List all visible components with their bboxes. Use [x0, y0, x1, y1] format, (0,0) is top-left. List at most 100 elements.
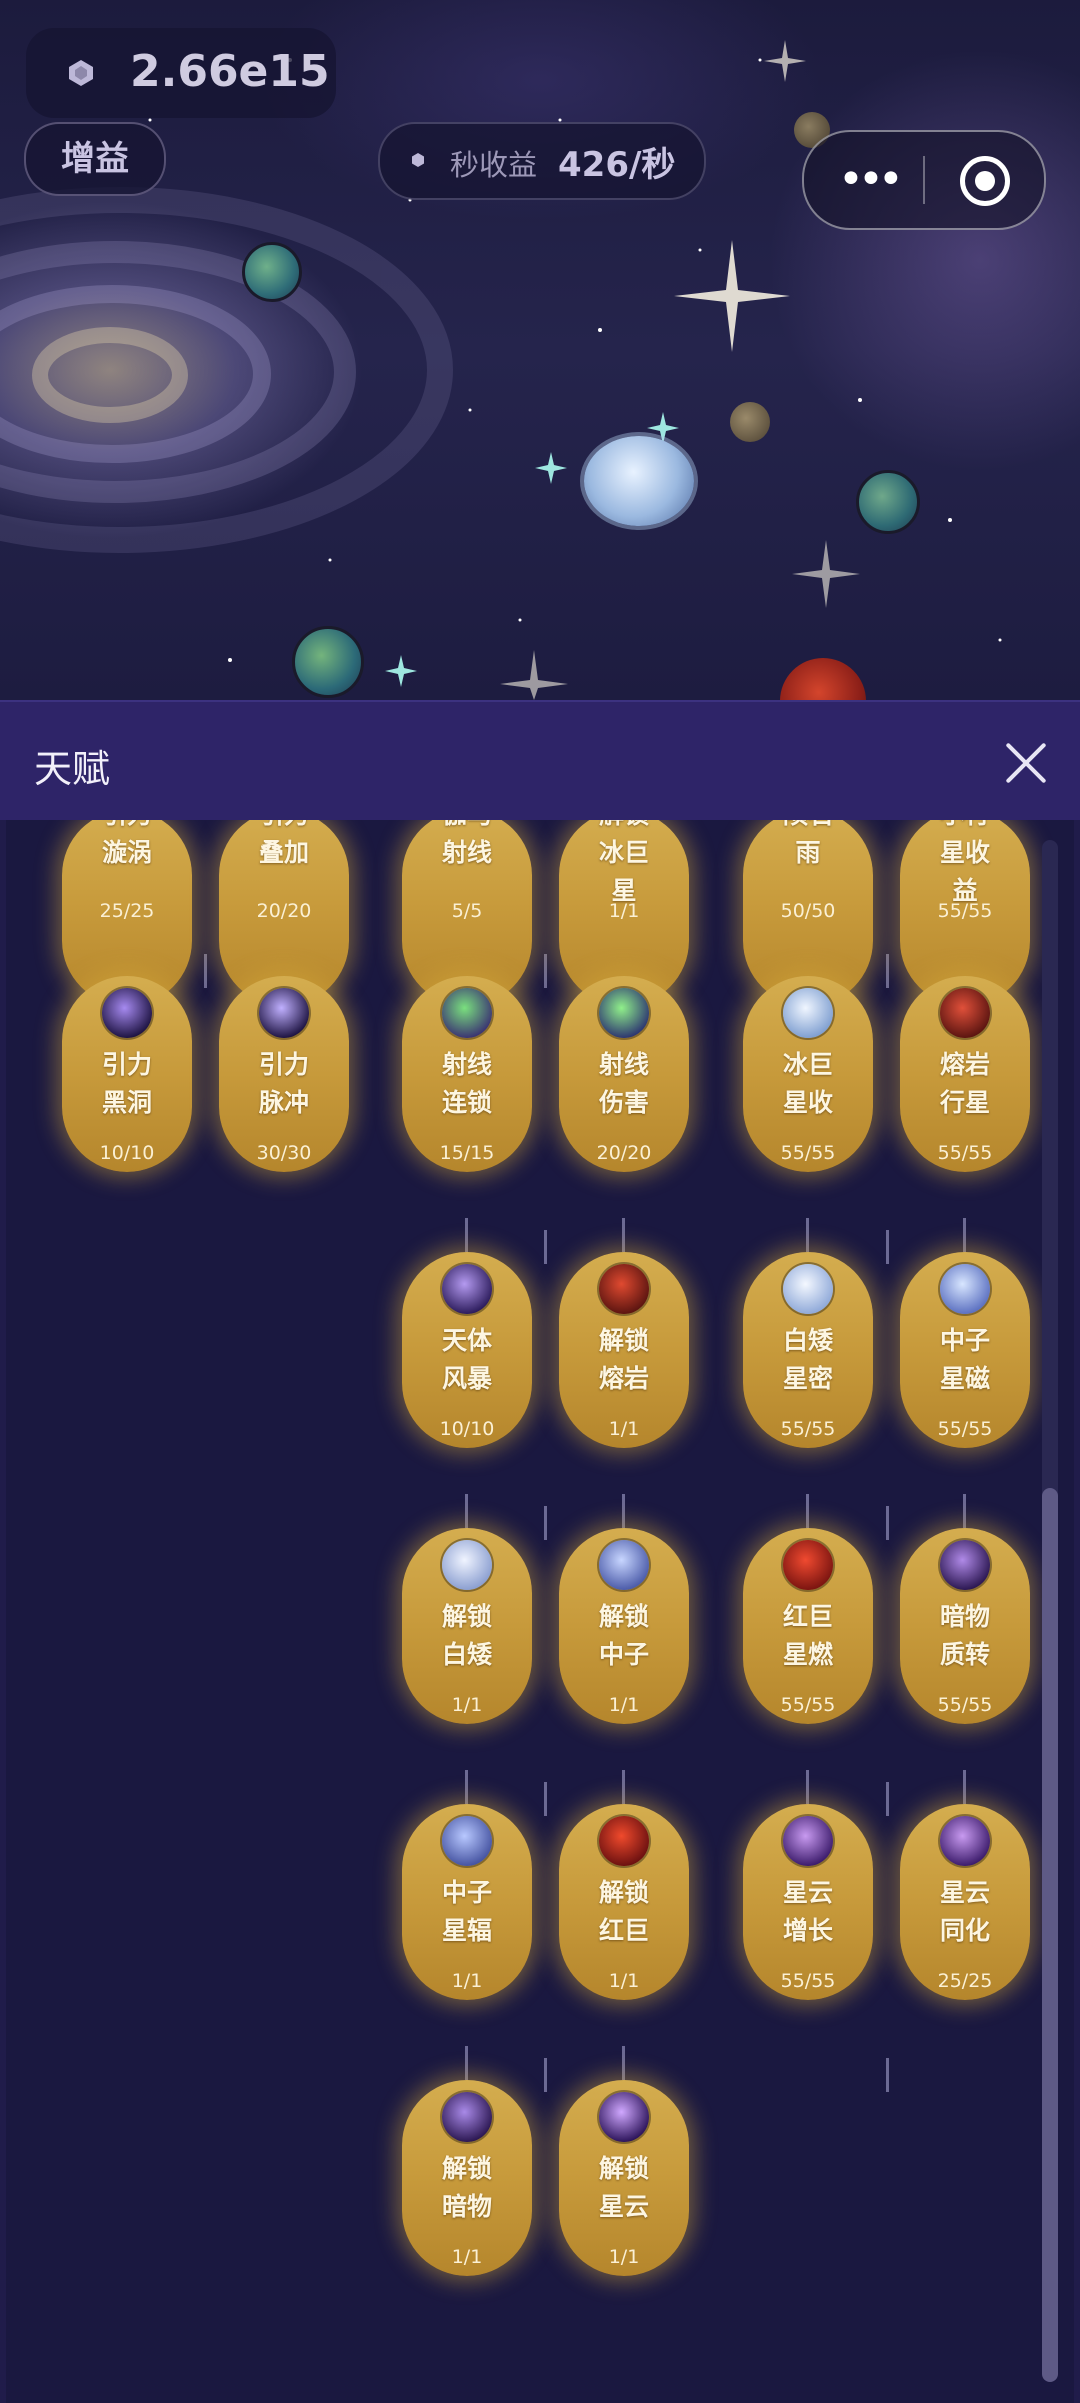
- planet-ice-giant[interactable]: [584, 436, 694, 526]
- talent-name: 天体 风暴: [441, 1326, 492, 1393]
- tree-connector-line: [622, 1770, 625, 1804]
- talent-level: 1/1: [608, 1694, 640, 1716]
- tree-connector-line: [963, 1770, 966, 1804]
- dark-matter-convert-icon: [940, 1540, 990, 1590]
- talent-node[interactable]: 中子星辐射 1/1: [402, 1804, 532, 2000]
- talent-node[interactable]: 解锁暗物质 1/1: [402, 2080, 532, 2276]
- nebula-growth-icon: [783, 1816, 833, 1866]
- panel-header: 天赋: [0, 700, 1080, 822]
- talent-node[interactable]: 天体 风暴 10/10: [402, 1252, 532, 1448]
- talent-level: 25/25: [937, 1970, 993, 1992]
- gravity-pulse-icon: [259, 988, 309, 1038]
- space-scene[interactable]: 2.66e15 增益 秒收益 426/秒 •••: [0, 0, 1080, 700]
- tree-connector-line: [465, 1770, 468, 1804]
- lava-planet-income-icon: [940, 988, 990, 1038]
- talent-level: 55/55: [780, 1418, 836, 1440]
- talent-name: 暗物质转化: [939, 1602, 990, 1669]
- nebula-assimilate-icon: [940, 1816, 990, 1866]
- neutron-magnetic-icon: [940, 1264, 990, 1314]
- talent-node[interactable]: 射线 连锁 15/15: [402, 976, 532, 1172]
- talent-level: 1/1: [451, 1694, 483, 1716]
- planet-green-2[interactable]: [292, 626, 364, 698]
- talent-node[interactable]: 红巨星燃烧 55/55: [743, 1528, 873, 1724]
- talent-node[interactable]: 射线 伤害 20/20: [559, 976, 689, 1172]
- talent-node[interactable]: 解锁红巨星 1/1: [559, 1804, 689, 2000]
- talent-name: 射线 伤害: [598, 1050, 649, 1117]
- dark-matter-icon: [442, 2092, 492, 2142]
- talent-node[interactable]: 星云 增长 55/55: [743, 1804, 873, 2000]
- talent-panel: 天赋 引力漩涡25/25引力叠加20/20伽马射线5/5解锁冰巨星1/1陨石雨5…: [0, 700, 1080, 2403]
- tree-connector-line: [622, 2046, 625, 2080]
- talent-node[interactable]: 熔岩行星收益 55/55: [900, 976, 1030, 1172]
- white-dwarf-density-icon: [783, 1264, 833, 1314]
- talent-level: 10/10: [99, 1142, 155, 1164]
- talent-name: 解锁暗物质: [441, 2154, 492, 2221]
- tree-branch-tick: [886, 1782, 889, 1816]
- currency-display: 2.66e15: [26, 28, 336, 118]
- talent-node[interactable]: 解锁中子星 1/1: [559, 1528, 689, 1724]
- talent-name: 解锁熔岩行星: [598, 1326, 649, 1393]
- talent-name: 射线 连锁: [441, 1050, 492, 1117]
- mini-program-capsule: •••: [802, 130, 1046, 230]
- tree-branch-tick: [544, 954, 547, 988]
- red-giant-burn-icon: [783, 1540, 833, 1590]
- tree-connector-line: [806, 1494, 809, 1528]
- tree-connector-line: [806, 1770, 809, 1804]
- lava-planet-icon: [599, 1264, 649, 1314]
- talent-node[interactable]: 星云 同化 25/25: [900, 1804, 1030, 2000]
- capsule-divider: [923, 156, 925, 204]
- tree-connector-line: [622, 1494, 625, 1528]
- planet-green-1[interactable]: [242, 242, 302, 302]
- star-currency-icon: [69, 60, 93, 86]
- planet-green-3[interactable]: [856, 470, 920, 534]
- talent-node[interactable]: 白矮星密度 55/55: [743, 1252, 873, 1448]
- panel-title: 天赋: [34, 747, 111, 791]
- talent-level: 1/1: [608, 1418, 640, 1440]
- talent-name: 中子星磁场: [939, 1326, 990, 1393]
- star-currency-icon: [412, 153, 424, 167]
- scrollbar-thumb[interactable]: [1042, 1488, 1058, 2382]
- talent-level: 1/1: [608, 900, 640, 922]
- tree-branch-tick: [544, 1782, 547, 1816]
- tree-connector-line: [465, 1218, 468, 1252]
- talent-node[interactable]: 暗物质转化 55/55: [900, 1528, 1030, 1724]
- talent-node[interactable]: 引力 脉冲 30/30: [219, 976, 349, 1172]
- tree-connector-line: [465, 1494, 468, 1528]
- talent-tree[interactable]: 引力漩涡25/25引力叠加20/20伽马射线5/5解锁冰巨星1/1陨石雨50/5…: [0, 820, 1080, 2403]
- tree-branch-tick: [886, 1506, 889, 1540]
- talent-name: 解锁白矮星: [441, 1602, 492, 1669]
- more-menu-button[interactable]: •••: [838, 152, 904, 208]
- talent-level: 15/15: [439, 1142, 495, 1164]
- white-dwarf-icon: [442, 1540, 492, 1590]
- talent-level: 55/55: [937, 1418, 993, 1440]
- talent-name: 冰巨星收益: [782, 1050, 833, 1117]
- ray-damage-icon: [599, 988, 649, 1038]
- talent-name: 熔岩行星收益: [939, 1050, 990, 1117]
- tree-connector-line: [963, 1218, 966, 1252]
- talent-level: 55/55: [937, 900, 993, 922]
- close-miniprogram-button[interactable]: [960, 156, 1010, 206]
- talent-level: 55/55: [780, 1970, 836, 1992]
- talent-level: 55/55: [937, 1694, 993, 1716]
- talent-node[interactable]: 引力 黑洞 10/10: [62, 976, 192, 1172]
- talent-name: 引力 黑洞: [101, 1050, 152, 1117]
- talent-name: 解锁中子星: [598, 1602, 649, 1669]
- talent-node[interactable]: 解锁白矮星 1/1: [402, 1528, 532, 1724]
- tree-connector-line: [806, 1218, 809, 1252]
- talent-name: 解锁 星云: [598, 2154, 649, 2221]
- talent-node[interactable]: 解锁熔岩行星 1/1: [559, 1252, 689, 1448]
- close-icon[interactable]: [1003, 740, 1049, 786]
- boost-button[interactable]: 增益: [24, 122, 166, 196]
- celestial-storm-icon: [442, 1264, 492, 1314]
- tree-branch-tick: [544, 2058, 547, 2092]
- nebula-icon: [599, 2092, 649, 2142]
- talent-name: 解锁红巨星: [598, 1878, 649, 1945]
- talent-level: 20/20: [596, 1142, 652, 1164]
- talent-level: 55/55: [780, 1694, 836, 1716]
- talent-name: 引力 脉冲: [258, 1050, 309, 1117]
- talent-level: 1/1: [608, 1970, 640, 1992]
- asteroid-1[interactable]: [730, 402, 770, 442]
- talent-node[interactable]: 冰巨星收益 55/55: [743, 976, 873, 1172]
- talent-node[interactable]: 中子星磁场 55/55: [900, 1252, 1030, 1448]
- talent-node[interactable]: 解锁 星云 1/1: [559, 2080, 689, 2276]
